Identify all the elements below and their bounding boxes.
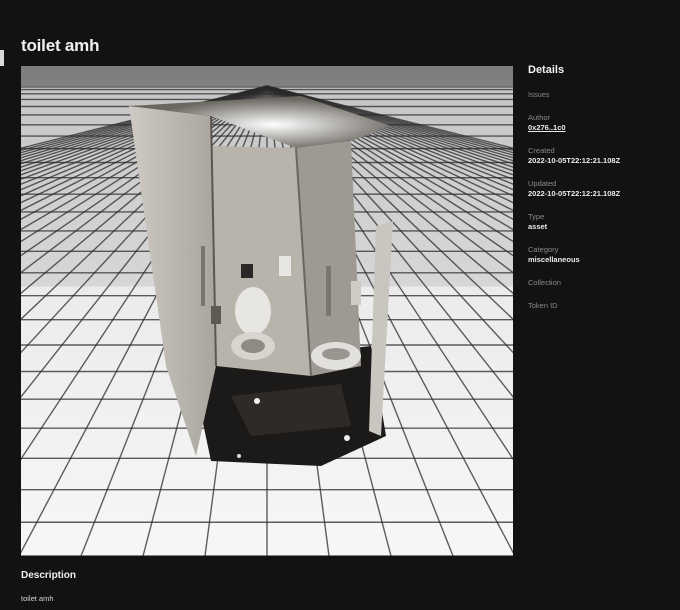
issues-label: Issues	[528, 90, 550, 99]
issues-field: Issues	[528, 90, 678, 100]
category-label: Category	[528, 245, 559, 254]
description-text: toilet amh	[21, 594, 54, 603]
created-field: Created 2022-10-05T22:12:21.108Z	[528, 146, 678, 166]
type-field: Type asset	[528, 212, 678, 232]
page-title: toilet amh	[21, 36, 100, 55]
active-indicator	[0, 50, 4, 66]
token-field: Token ID	[528, 301, 678, 311]
collection-label: Collection	[528, 278, 561, 287]
collection-field: Collection	[528, 278, 678, 288]
updated-value: 2022-10-05T22:12:21.108Z	[528, 189, 621, 198]
author-label: Author	[528, 113, 551, 122]
created-label: Created	[528, 146, 555, 155]
created-value: 2022-10-05T22:12:21.108Z	[528, 156, 621, 165]
updated-field: Updated 2022-10-05T22:12:21.108Z	[528, 179, 678, 199]
token-label: Token ID	[528, 301, 558, 310]
details-panel: Details Issues Author 0x276..1c0 Created…	[528, 64, 678, 324]
updated-label: Updated	[528, 179, 557, 188]
details-heading: Details	[528, 64, 565, 76]
type-label: Type	[528, 212, 545, 221]
author-link[interactable]: 0x276..1c0	[528, 123, 678, 133]
category-value: miscellaneous	[528, 255, 580, 264]
description-heading: Description	[21, 570, 77, 581]
type-value: asset	[528, 222, 548, 231]
category-field: Category miscellaneous	[528, 245, 678, 265]
model-viewer[interactable]	[21, 66, 513, 556]
model-scene	[21, 66, 513, 556]
author-field: Author 0x276..1c0	[528, 113, 678, 133]
